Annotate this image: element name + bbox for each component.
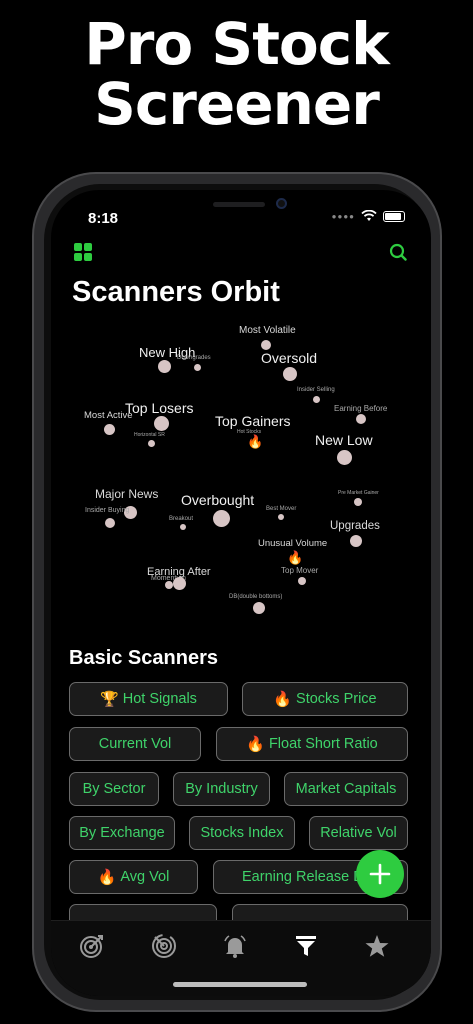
orbit-label-top-losers[interactable]: Top Losers bbox=[125, 400, 193, 416]
star-icon[interactable] bbox=[364, 933, 390, 959]
orbit-label-best-mover[interactable]: Best Mover bbox=[266, 506, 296, 512]
chip-stocks-index[interactable]: Stocks Index bbox=[189, 816, 295, 850]
orbit-label-most-volatile[interactable]: Most Volatile bbox=[239, 325, 296, 336]
orbit-dot[interactable] bbox=[104, 424, 115, 435]
orbit-label-horizontal-sr[interactable]: Horizontal SR bbox=[134, 432, 165, 438]
orbit-dot[interactable] bbox=[354, 498, 362, 506]
fire-icon: 🔥 bbox=[247, 434, 264, 449]
fire-icon: 🔥 bbox=[287, 550, 304, 565]
battery-icon bbox=[383, 210, 405, 222]
chip-stocks-price[interactable]: 🔥 Stocks Price bbox=[242, 682, 408, 716]
orbit-label-upgrades[interactable]: Upgrades bbox=[330, 520, 380, 532]
orbit-label-insider-buying[interactable]: Insider Buying bbox=[85, 507, 129, 514]
apps-grid-icon[interactable] bbox=[74, 243, 92, 261]
orbit-dot[interactable] bbox=[253, 602, 265, 614]
plus-icon bbox=[369, 863, 391, 885]
orbit-dot[interactable] bbox=[173, 577, 186, 590]
chip-current-vol[interactable]: Current Vol bbox=[69, 727, 201, 761]
app-screen: 8:18 ●●●● Scanners Orbit Most Volatile N… bbox=[51, 190, 431, 996]
orbit-label-oversold[interactable]: Oversold bbox=[261, 350, 317, 366]
orbit-dot[interactable] bbox=[154, 416, 169, 431]
orbit-dot[interactable] bbox=[180, 524, 186, 530]
orbit-label-new-low[interactable]: New Low bbox=[315, 432, 373, 448]
chip-by-sector[interactable]: By Sector bbox=[69, 772, 159, 806]
promo-line-1: Pro Stock bbox=[84, 10, 389, 78]
orbit-dot[interactable] bbox=[356, 414, 366, 424]
orbit-dot[interactable] bbox=[350, 535, 362, 547]
chip-hot-signals[interactable]: 🏆 Hot Signals bbox=[69, 682, 228, 716]
wifi-icon bbox=[361, 210, 377, 221]
chip-relative-vol[interactable]: Relative Vol bbox=[309, 816, 408, 850]
phone-frame: 8:18 ●●●● Scanners Orbit Most Volatile N… bbox=[32, 172, 442, 1012]
chip-by-industry[interactable]: By Industry bbox=[173, 772, 270, 806]
status-indicators: ●●●● bbox=[332, 210, 405, 222]
fire-icon: 🔥 bbox=[97, 869, 117, 886]
home-indicator[interactable] bbox=[173, 982, 307, 987]
chip-by-exchange[interactable]: By Exchange bbox=[69, 816, 175, 850]
add-scanner-button[interactable] bbox=[356, 850, 404, 898]
orbit-dot[interactable] bbox=[213, 510, 230, 527]
search-icon[interactable] bbox=[389, 243, 407, 261]
orbit-dot[interactable] bbox=[105, 518, 115, 528]
orbit-label-breakout[interactable]: Breakout bbox=[169, 516, 193, 522]
orbit-label-top-mover[interactable]: Top Mover bbox=[281, 566, 318, 575]
orbit-label-most-active[interactable]: Most Active bbox=[84, 410, 133, 421]
orbit-dot[interactable] bbox=[283, 367, 297, 381]
orbit-label-pre-market-gainer[interactable]: Pre Market Gainer bbox=[338, 490, 379, 496]
bell-icon[interactable] bbox=[222, 933, 248, 959]
signal-icon: ●●●● bbox=[331, 211, 355, 221]
orbit-dot[interactable] bbox=[194, 364, 201, 371]
promo-line-2: Screener bbox=[94, 70, 380, 138]
orbit-dot[interactable] bbox=[148, 440, 155, 447]
promo-headline: Pro Stock Screener bbox=[0, 14, 473, 134]
orbit-dot[interactable] bbox=[337, 450, 352, 465]
orbit-dot[interactable] bbox=[298, 577, 306, 585]
chip-float-short-ratio[interactable]: 🔥 Float Short Ratio bbox=[216, 727, 408, 761]
front-camera bbox=[276, 198, 287, 209]
chip-avg-vol[interactable]: 🔥 Avg Vol bbox=[69, 860, 198, 894]
orbit-label-double-bottoms[interactable]: DB(double bottoms) bbox=[229, 594, 282, 600]
orbit-label-earning-before[interactable]: Earning Before bbox=[334, 404, 387, 413]
orbit-label-overbought[interactable]: Overbought bbox=[181, 492, 254, 508]
fire-icon: 🔥 bbox=[246, 736, 265, 753]
filter-icon[interactable] bbox=[293, 933, 319, 959]
orbit-dot[interactable] bbox=[313, 396, 320, 403]
target-icon[interactable] bbox=[79, 933, 105, 959]
orbit-label-major-news[interactable]: Major News bbox=[95, 487, 158, 501]
orbit-label-unusual-volume[interactable]: Unusual Volume bbox=[258, 538, 327, 549]
orbit-label-top-gainers[interactable]: Top Gainers bbox=[215, 413, 290, 429]
orbit-dot[interactable] bbox=[278, 514, 284, 520]
section-title-basic-scanners: Basic Scanners bbox=[69, 647, 218, 669]
status-time: 8:18 bbox=[88, 210, 119, 227]
orbit-label-insider-selling[interactable]: Insider Selling bbox=[297, 387, 335, 393]
fire-icon: 🔥 bbox=[273, 691, 293, 708]
chip-market-capitals[interactable]: Market Capitals bbox=[284, 772, 408, 806]
trophy-icon: 🏆 bbox=[100, 691, 119, 708]
speaker-grille bbox=[213, 202, 265, 207]
orbit-label-downgrades[interactable]: Downgrades bbox=[177, 355, 211, 361]
orbit-dot[interactable] bbox=[261, 340, 271, 350]
orbit-dot[interactable] bbox=[165, 581, 173, 589]
scanners-orbit: Most Volatile New High Downgrades Overso… bbox=[51, 310, 431, 620]
orbit-dot[interactable] bbox=[158, 360, 171, 373]
page-title: Scanners Orbit bbox=[72, 276, 280, 308]
radar-icon[interactable] bbox=[151, 933, 177, 959]
